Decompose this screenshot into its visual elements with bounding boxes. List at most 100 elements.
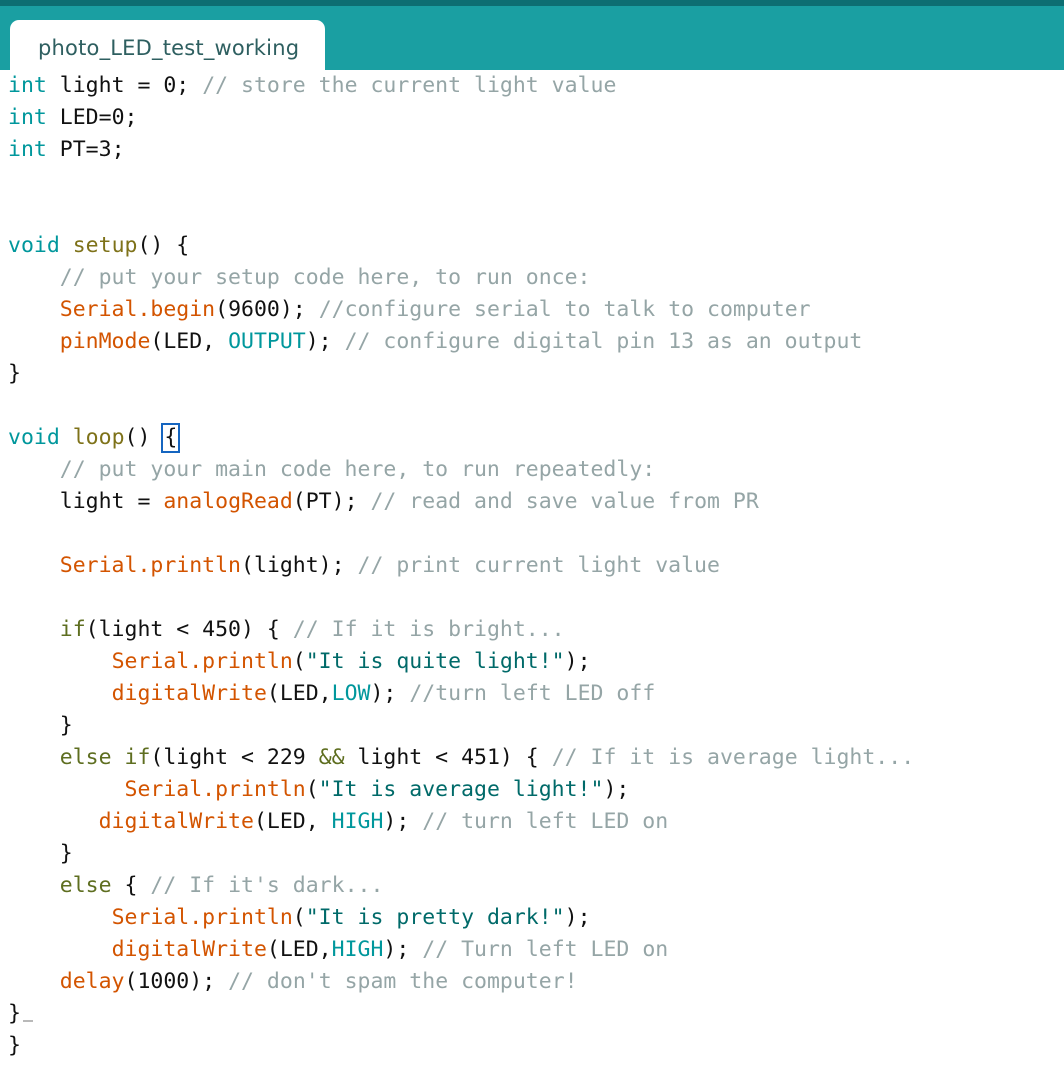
code-line[interactable]: digitalWrite(LED, HIGH); // turn left LE…	[0, 806, 1064, 838]
code-line[interactable]	[0, 166, 1064, 198]
code-line[interactable]: light = analogRead(PT); // read and save…	[0, 486, 1064, 518]
code-token-plain: ;	[124, 105, 138, 130]
code-token-plain: ()	[124, 425, 164, 450]
code-line[interactable]: Serial.println("It is quite light!");	[0, 646, 1064, 678]
code-token-call: digitalWrite	[111, 937, 267, 962]
code-token-plain: (light <	[150, 745, 267, 770]
code-line[interactable]: digitalWrite(LED,LOW); //turn left LED o…	[0, 678, 1064, 710]
code-token-call: Serial.begin	[59, 297, 216, 322]
code-token-plain: (PT);	[292, 489, 371, 514]
code-token-plain: (LED,	[266, 937, 332, 962]
code-line[interactable]	[0, 518, 1064, 550]
code-editor[interactable]: int light = 0; // store the current ligh…	[0, 70, 1064, 1078]
code-token-call: Serial.println	[111, 649, 293, 674]
code-token-fn: loop	[72, 425, 125, 450]
text-cursor	[22, 1020, 33, 1022]
code-token-type: int	[8, 137, 47, 162]
code-token-comment: // read and save value from PR	[370, 489, 759, 514]
code-token-num: 451	[461, 745, 500, 770]
code-token-plain: () {	[137, 233, 190, 258]
code-token-comment: //configure serial to talk to computer	[318, 297, 811, 322]
code-token-type: LOW	[331, 681, 371, 706]
code-line[interactable]: void setup() {	[0, 230, 1064, 262]
code-token-plain: (LED,	[266, 681, 332, 706]
code-line[interactable]	[0, 198, 1064, 230]
code-token-plain: );	[305, 329, 345, 354]
code-token-plain: (light);	[241, 553, 358, 578]
code-token-plain: }	[8, 1001, 21, 1026]
code-token-plain: );	[383, 809, 423, 834]
code-line[interactable]: // put your main code here, to run repea…	[0, 454, 1064, 486]
code-token-plain: (LED,	[253, 809, 332, 834]
code-token-plain: light =	[59, 489, 164, 514]
code-token-num: 450	[202, 617, 242, 642]
code-token-comment: // configure digital pin 13 as an output	[344, 329, 863, 354]
sketch-tab-active[interactable]: photo_LED_test_working	[10, 20, 326, 76]
sketch-tab-label: photo_LED_test_working	[38, 36, 300, 60]
code-line[interactable]: if(light < 450) { // If it is bright...	[0, 614, 1064, 646]
code-line[interactable]: }	[0, 838, 1064, 870]
code-token-plain: }	[8, 361, 21, 386]
code-line[interactable]: Serial.println("It is pretty dark!");	[0, 902, 1064, 934]
code-line[interactable]: else if(light < 229 && light < 451) { //…	[0, 742, 1064, 774]
code-token-call: Serial.println	[124, 777, 306, 802]
code-line[interactable]: int PT=3;	[0, 134, 1064, 166]
code-line[interactable]: int light = 0; // store the current ligh…	[0, 70, 1064, 102]
code-token-plain: {	[111, 873, 151, 898]
code-token-call: Serial.println	[59, 553, 241, 578]
code-line[interactable]: }	[0, 710, 1064, 742]
code-line[interactable]: void loop() {	[0, 422, 1064, 454]
code-token-plain: (	[305, 777, 319, 802]
code-token-plain: (LED,	[150, 329, 229, 354]
code-token-kw: &&	[318, 745, 345, 770]
code-line[interactable]: pinMode(LED, OUTPUT); // configure digit…	[0, 326, 1064, 358]
tab-strip: photo_LED_test_working	[10, 14, 326, 76]
code-content[interactable]: int light = 0; // store the current ligh…	[0, 70, 1064, 1062]
code-token-plain: );	[603, 777, 630, 802]
code-line[interactable]: Serial.begin(9600); //configure serial t…	[0, 294, 1064, 326]
code-line[interactable]: }	[0, 998, 1064, 1030]
code-token-plain: }	[59, 841, 73, 866]
code-line[interactable]: // put your setup code here, to run once…	[0, 262, 1064, 294]
code-line[interactable]: }	[0, 1030, 1064, 1062]
code-token-type: HIGH	[331, 809, 384, 834]
code-token-comment: // put your main code here, to run repea…	[59, 457, 656, 482]
code-line[interactable]: Serial.println("It is average light!");	[0, 774, 1064, 806]
bracket-match-highlight: {	[161, 423, 181, 453]
code-token-plain: (	[292, 905, 306, 930]
code-token-num: 229	[266, 745, 306, 770]
code-line[interactable]	[0, 582, 1064, 614]
code-line[interactable]: Serial.println(light); // print current …	[0, 550, 1064, 582]
code-token-type: OUTPUT	[228, 329, 306, 354]
code-token-num: 9600	[228, 297, 280, 322]
code-token-plain: );	[564, 649, 591, 674]
code-token-plain: (	[124, 969, 138, 994]
code-token-comment: //turn left LED off	[409, 681, 656, 706]
code-token-comment: // If it's dark...	[150, 873, 384, 898]
code-token-kw: else if	[59, 745, 151, 770]
code-line[interactable]: delay(1000); // don't spam the computer!	[0, 966, 1064, 998]
code-token-plain: ) {	[241, 617, 293, 642]
code-token-call: digitalWrite	[98, 809, 254, 834]
code-token-num: 1000	[137, 969, 190, 994]
code-token-comment: // store the current light value	[202, 73, 617, 98]
code-line[interactable]: }	[0, 358, 1064, 390]
code-token-type: int	[8, 105, 47, 130]
code-token-comment: // If it is average light...	[551, 745, 915, 770]
code-line[interactable]: int LED=0;	[0, 102, 1064, 134]
code-line[interactable]: else { // If it's dark...	[0, 870, 1064, 902]
code-token-comment: // If it is bright...	[292, 617, 565, 642]
code-token-plain: }	[59, 713, 73, 738]
code-token-call: Serial.println	[111, 905, 293, 930]
code-line[interactable]	[0, 390, 1064, 422]
code-line[interactable]: digitalWrite(LED,HIGH); // Turn left LED…	[0, 934, 1064, 966]
code-token-call: analogRead	[163, 489, 293, 514]
code-token-str: "It is average light!"	[318, 777, 604, 802]
code-token-plain: light =	[46, 73, 164, 98]
code-token-comment: // don't spam the computer!	[228, 969, 578, 994]
code-token-num: 0	[163, 73, 177, 98]
code-token-str: "It is pretty dark!"	[305, 905, 565, 930]
code-token-plain: );	[279, 297, 319, 322]
